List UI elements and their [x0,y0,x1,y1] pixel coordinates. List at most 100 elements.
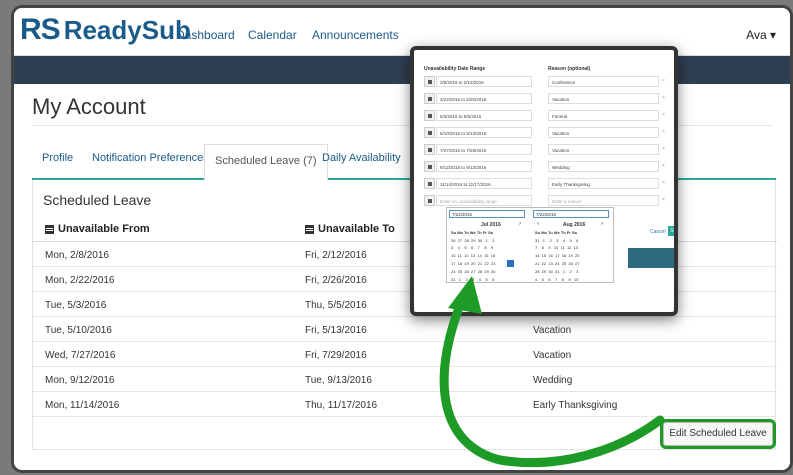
remove-icon[interactable]: × [662,180,665,186]
tab-scheduled-leave[interactable]: Scheduled Leave (7) [204,144,328,182]
month-label: Aug 2016 [563,222,586,228]
date-range-input[interactable]: 5/3/2016 to 5/5/2016 [436,110,532,121]
calendar-week[interactable]: 14 15 16 17 18 19 20 [535,253,579,258]
leave-row: 2/8/2016 to 2/12/2016 Conference × [424,76,665,88]
calendar-icon[interactable] [424,144,435,155]
reason-input[interactable]: Wedding [548,161,659,172]
reason-input[interactable]: Vacation [548,93,659,104]
calendar-week[interactable]: 31 1 2 3 4 5 6 [451,277,494,282]
hdr-date-range: Unavailability Date Range [424,66,486,72]
new-date-range-input[interactable]: Enter an unavailability range [436,195,532,206]
user-menu[interactable]: Ava ▾ [746,28,776,42]
leave-row: 11/14/2016 to 11/17/2016 Early Thanksgivi… [424,178,665,190]
calendar-icon[interactable] [424,127,435,138]
date-range-input[interactable]: 11/14/2016 to 11/17/2016 [436,178,532,189]
calendar-icon[interactable] [424,178,435,189]
logo-name: ReadySub [63,15,191,45]
remove-icon[interactable]: × [662,95,665,101]
remove-icon[interactable]: × [662,197,665,203]
logo-rs: RS [20,13,61,46]
row-to: Thu, 11/17/2016 [305,400,378,411]
edit-scheduled-leave-button[interactable]: Edit Scheduled Leave [660,419,776,449]
reason-input[interactable]: Vacation [548,144,659,155]
leave-row: 5/10/2016 to 5/13/2016 Vacation × [424,127,665,139]
hdr-reason: Reason (optional) [548,66,591,72]
new-reason-input[interactable]: Enter a reason [548,195,659,206]
save-button[interactable]: Save [668,226,674,236]
reason-input[interactable]: Conference [548,76,659,87]
weekday-header: Su Mo Tu We Th Fr Sa [535,230,577,235]
row-reason: Wedding [533,375,573,386]
calendar-week[interactable]: 10 11 12 13 14 15 16 [451,253,495,258]
table-row: Mon, 11/14/2016 Thu, 11/17/2016 Early Than… [33,392,777,417]
calendar-week[interactable]: 24 25 26 27 28 29 30 [451,269,495,274]
cancel-button[interactable]: Cancel [650,229,666,235]
nav-calendar[interactable]: Calendar [248,28,297,42]
calendar-week[interactable]: 7 8 9 10 11 12 13 [535,245,578,250]
calendar-icon[interactable] [424,195,435,206]
row-from: Mon, 9/12/2016 [45,375,115,386]
calendar-week[interactable]: 28 29 30 31 1 2 3 [535,269,578,274]
tab-profile[interactable]: Profile [42,152,73,164]
panel-title: Scheduled Leave [43,192,152,208]
row-from: Tue, 5/10/2016 [45,325,112,336]
next-month-icon[interactable]: › [519,221,521,227]
date-range-input[interactable]: 2/8/2016 to 2/12/2016 [436,76,532,87]
calendar-week[interactable]: 26 27 28 29 30 1 2 [451,238,494,243]
row-to: Fri, 7/29/2016 [305,350,367,361]
leave-row: 5/3/2016 to 5/5/2016 Funeral × [424,110,665,122]
prev-month-icon[interactable]: ‹ [537,221,539,227]
calendar-icon [45,224,54,234]
popup-backdrop-strip [628,248,674,268]
leave-row: 7/27/2016 to 7/29/2016 Vacation × [424,144,665,156]
row-from: Mon, 2/22/2016 [45,275,115,286]
row-from: Wed, 7/27/2016 [45,350,116,361]
next-month-icon[interactable]: › [601,221,603,227]
row-to: Thu, 5/5/2016 [305,300,367,311]
weekday-header: Su Mo Tu We Th Fr Sa [451,230,493,235]
calendar-icon[interactable] [424,76,435,87]
calendar-icon[interactable] [424,161,435,172]
tab-daily-availability[interactable]: Daily Availability [322,152,401,164]
row-reason: Vacation [533,325,572,336]
remove-icon[interactable]: × [662,163,665,169]
picker-start-input[interactable]: 7/22/2016 [449,210,525,218]
calendar-week[interactable]: 31 1 2 3 4 5 6 [535,238,578,243]
date-range-input[interactable]: 7/27/2016 to 7/29/2016 [436,144,532,155]
reason-input[interactable]: Early Thanksgiving [548,178,659,189]
table-row: Wed, 7/27/2016 Fri, 7/29/2016 Vacation [33,342,777,367]
calendar-week[interactable]: 17 18 19 20 21 22 23 [451,261,495,266]
calendar-icon [305,224,314,234]
readysub-logo[interactable]: RS ReadySub [20,13,191,47]
nav-dashboard[interactable]: Dashboard [176,28,235,42]
calendar-week[interactable]: 4 5 6 7 8 9 10 [535,277,578,282]
calendar-week[interactable]: 21 22 23 24 25 26 27 [535,261,579,266]
tab-notification-preferences[interactable]: Notification Preferences [92,152,209,164]
date-range-input[interactable]: 5/10/2016 to 5/13/2016 [436,127,532,138]
month-label: Jul 2016 [481,222,501,228]
calendar-icon[interactable] [424,110,435,121]
row-reason: Early Thanksgiving [533,400,618,411]
date-range-input[interactable]: 9/12/2016 to 9/13/2016 [436,161,532,172]
reason-input[interactable]: Funeral [548,110,659,121]
page-title: My Account [32,94,146,119]
reason-input[interactable]: Vacation [548,127,659,138]
row-to: Fri, 5/13/2016 [305,325,367,336]
calendar-week[interactable]: 3 4 5 6 7 8 9 [451,245,493,250]
row-reason: Vacation [533,350,572,361]
col-unavailable-to: Unavailable To [318,223,395,235]
selected-day[interactable] [507,260,514,267]
remove-icon[interactable]: × [662,146,665,152]
date-range-picker: 7/22/2016 7/22/2016 Jul 2016 › ‹ Aug 201… [446,207,614,283]
row-from: Tue, 5/3/2016 [45,300,107,311]
picker-end-input[interactable]: 7/22/2016 [533,210,609,218]
row-from: Mon, 11/14/2016 [45,400,120,411]
table-row: Mon, 9/12/2016 Tue, 9/13/2016 Wedding [33,367,777,392]
remove-icon[interactable]: × [662,78,665,84]
nav-announcements[interactable]: Announcements [312,28,399,42]
remove-icon[interactable]: × [662,129,665,135]
row-to: Fri, 2/26/2016 [305,275,367,286]
calendar-icon[interactable] [424,93,435,104]
remove-icon[interactable]: × [662,112,665,118]
date-range-input[interactable]: 2/22/2016 to 2/26/2016 [436,93,532,104]
